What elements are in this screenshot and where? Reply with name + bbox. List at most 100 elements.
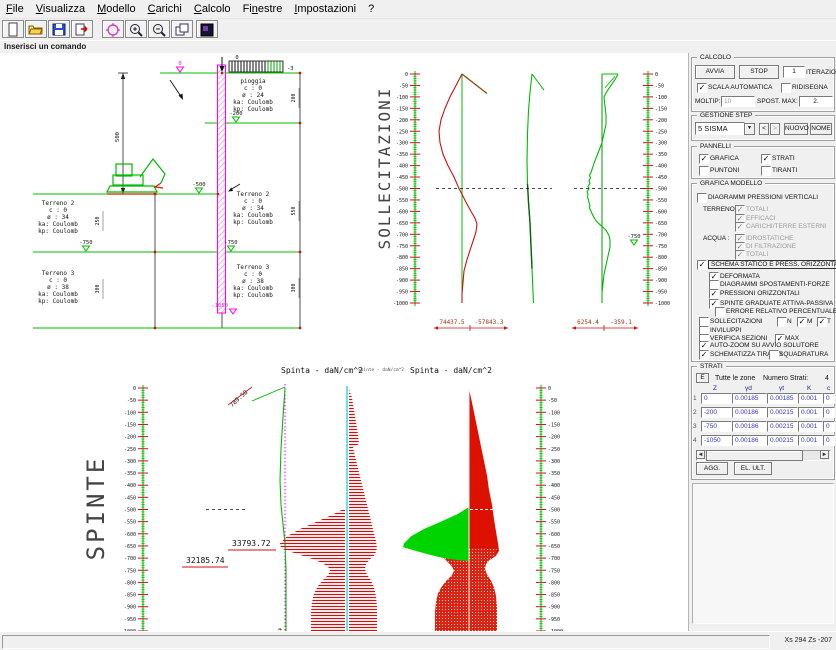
strati-scroll-right-button[interactable]: ► — [820, 450, 829, 459]
strati-e-button[interactable]: E — [696, 373, 709, 383]
zoom-in-button[interactable] — [125, 20, 147, 38]
ridisegna-checkbox[interactable] — [781, 83, 791, 93]
ruler-tick-label: -150 — [124, 422, 136, 428]
strati-cell[interactable]: 0.00215 — [767, 407, 798, 418]
strati-cell[interactable]: 0.00215 — [767, 421, 798, 432]
strati-scroll-thumb[interactable] — [706, 450, 803, 461]
soil-layer-text: Terreno 2 — [42, 200, 75, 207]
stop-button[interactable]: STOP — [739, 65, 779, 79]
moment-max-value: 74437.5 — [439, 319, 465, 326]
strati-cell[interactable]: 0.00186 — [732, 435, 767, 446]
soil-layer-text: ø : 24 — [242, 92, 264, 99]
ruler-tick-label: -550 — [124, 520, 136, 526]
nuovo-button[interactable]: NUOVO — [784, 123, 808, 135]
gm-schema-statico-e-press-orizzontali-label: SCHEMA STATICO E PRESS. ORIZZONTALI — [708, 260, 836, 269]
export-button[interactable] — [71, 20, 93, 38]
open-file-icon — [28, 22, 44, 38]
strati-cell[interactable]: 0.00215 — [767, 435, 798, 446]
ruler-tick-label: -950 — [548, 617, 560, 623]
el-ult-button[interactable]: EL. ULT. — [734, 462, 772, 475]
strati-cell[interactable]: 0 — [823, 435, 835, 446]
gm-squadratura-checkbox[interactable] — [769, 350, 779, 360]
menu-item-carichi[interactable]: Carichi — [142, 1, 188, 17]
strati-cell[interactable]: -750 — [701, 421, 732, 432]
ruler-tick-label: -200 — [396, 118, 408, 124]
load-value-label: -3 — [287, 66, 294, 72]
drawing-canvas[interactable]: -30500pioggiac : 0ø : 24ka: Coulombkp: C… — [0, 53, 689, 631]
menu-item-impostazioni[interactable]: Impostazioni — [288, 1, 362, 17]
soil-layer-text: ø : 34 — [47, 214, 69, 221]
ruler-tick-label: 0 — [405, 72, 408, 78]
menu-item-finestre[interactable]: Finestre — [237, 1, 289, 17]
agg-button[interactable]: AGG. — [696, 462, 728, 475]
menu-item-visualizza[interactable]: Visualizza — [30, 1, 91, 17]
gm-n-checkbox[interactable] — [777, 317, 787, 327]
strati-cell[interactable]: 0.00185 — [767, 393, 798, 404]
menu-item-modello[interactable]: Modello — [91, 1, 142, 17]
iterazione-field[interactable]: 1 — [783, 66, 805, 78]
menu-item-[interactable]: ? — [362, 1, 380, 17]
pannelli-grafica-checkbox[interactable]: ✓ — [699, 154, 709, 164]
spost-max-field[interactable]: 2. — [799, 96, 833, 107]
ruler-tick-label: -400 — [124, 483, 136, 489]
gm-pressioni-orizzontali-checkbox[interactable]: ✓ — [709, 289, 719, 299]
render-view-button[interactable] — [196, 20, 218, 38]
soll-ruler-right: 0-50-100-150-200-250-300-350-400-450-500… — [643, 71, 670, 307]
gm-schematizza-tiranti-checkbox[interactable]: ✓ — [699, 350, 709, 360]
cascade-windows-button[interactable] — [171, 20, 193, 38]
menu-item-file[interactable]: File — [0, 1, 30, 17]
open-file-button[interactable] — [25, 20, 47, 38]
zoom-out-button[interactable] — [148, 20, 170, 38]
step-select-arrow-button[interactable]: ▼ — [744, 123, 755, 135]
strati-cell[interactable]: 0.00185 — [732, 393, 767, 404]
side-panel: CALCOLOAVVIASTOP1ITERAZIONE✓SCALA AUTOMA… — [689, 53, 836, 631]
strati-cell[interactable]: 0.00186 — [732, 407, 767, 418]
strati-scroll-left-button[interactable]: ◄ — [696, 450, 705, 459]
ruler-tick-label: -100 — [124, 410, 136, 416]
strati-cell[interactable]: -200 — [701, 407, 732, 418]
ruler-tick-label: -350 — [396, 152, 408, 158]
level-label: -500 — [192, 182, 205, 188]
gm-t-checkbox[interactable]: ✓ — [817, 317, 827, 327]
pannelli-grafica-label: GRAFICA — [710, 155, 739, 162]
ruler-tick-label: -100 — [655, 95, 667, 101]
strati-cell[interactable]: 0 — [823, 407, 835, 418]
strati-cell[interactable]: 0.001 — [798, 421, 823, 432]
menu-item-calcolo[interactable]: Calcolo — [188, 1, 237, 17]
strati-cell[interactable]: 0 — [823, 393, 835, 404]
layer-height-label: 250 — [95, 216, 101, 225]
gm-m-checkbox[interactable]: ✓ — [797, 317, 807, 327]
ruler-tick-label: -350 — [655, 152, 667, 158]
pannelli-puntoni-checkbox[interactable] — [699, 166, 709, 176]
soil-layer-text: ø : 34 — [242, 205, 264, 212]
scala-automatica-checkbox[interactable]: ✓ — [697, 83, 707, 93]
strati-cell[interactable]: 0.001 — [798, 435, 823, 446]
spinte-ruler-left: 0-50-100-150-200-250-300-350-400-450-500… — [121, 385, 148, 631]
numero-strati-label: Numero Strati: — [763, 375, 808, 382]
strati-cell[interactable]: 0.00186 — [732, 421, 767, 432]
gm-deformata-label: DEFORMATA — [720, 273, 760, 280]
nome-button[interactable]: NOME — [810, 123, 832, 135]
strati-col-header: c — [827, 385, 830, 392]
moltip-field[interactable]: 10 — [721, 96, 755, 107]
step-next-button[interactable]: > — [770, 123, 780, 135]
pannelli-strati-checkbox[interactable]: ✓ — [761, 154, 771, 164]
strati-cell[interactable]: 0 — [701, 393, 732, 404]
strati-cell[interactable]: -1050 — [701, 435, 732, 446]
strati-cell[interactable]: 0.001 — [798, 393, 823, 404]
ruler-tick-label: -600 — [396, 209, 408, 215]
strati-cell[interactable]: 0 — [823, 421, 835, 432]
ruler-tick-label: -300 — [548, 459, 560, 465]
avvia-button[interactable]: AVVIA — [695, 65, 735, 79]
save-button[interactable] — [48, 20, 70, 38]
pannelli-tiranti-checkbox[interactable] — [761, 166, 771, 176]
gm-diagrammi-pressioni-verticali-checkbox[interactable] — [697, 193, 707, 203]
soil-layer-text: c : 0 — [244, 198, 262, 205]
gm-errore-relativo-percentuale-checkbox[interactable] — [715, 307, 725, 317]
step-prev-button[interactable]: < — [759, 123, 769, 135]
strati-cell[interactable]: 0.001 — [798, 407, 823, 418]
gm-schema-statico-e-press-orizzontali-checkbox[interactable]: ✓ — [697, 260, 707, 270]
new-file-button[interactable] — [2, 20, 24, 38]
step-select[interactable]: 5 SISMA — [695, 122, 745, 135]
selection-target-button[interactable] — [102, 20, 124, 38]
